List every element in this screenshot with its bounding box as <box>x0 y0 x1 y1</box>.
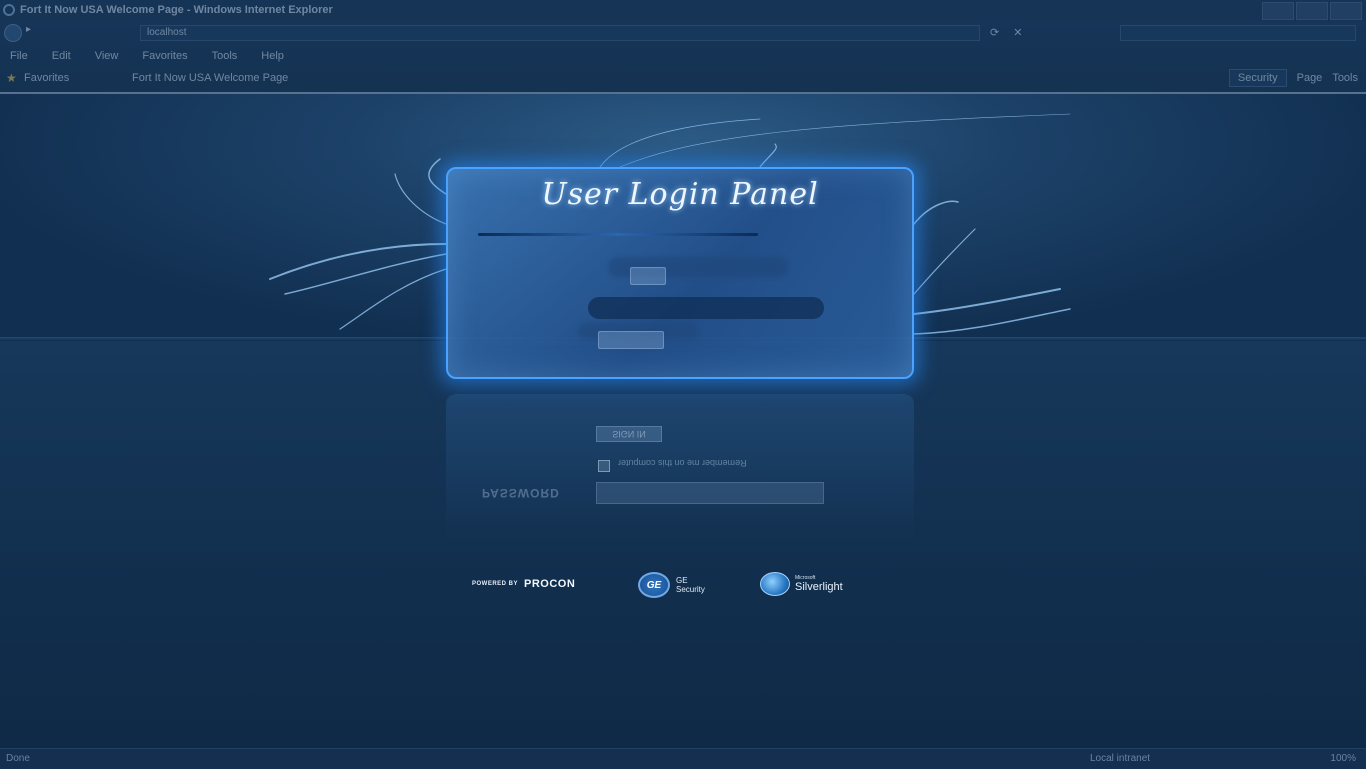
ge-security-logo: GE GE Security <box>638 572 705 598</box>
ie-icon <box>3 4 15 16</box>
powered-by-text: POWERED BY <box>472 581 519 587</box>
tools-menu-button[interactable]: Tools <box>1332 72 1358 84</box>
login-panel: User Login Panel <box>446 167 914 379</box>
panel-reflection: SIGN IN Remember me on this computer PAS… <box>446 394 914 544</box>
procon-logo: POWERED BY PROCON <box>472 578 575 590</box>
reflection-sign-in: SIGN IN <box>596 426 662 442</box>
search-input[interactable] <box>1120 25 1356 41</box>
page-content: User Login Panel SIGN IN Remember me on … <box>0 94 1366 748</box>
menu-favorites[interactable]: Favorites <box>142 50 187 62</box>
reflection-checkbox <box>598 460 610 472</box>
window-title: Fort It Now USA Welcome Page - Windows I… <box>20 4 333 16</box>
reflection-remember-text: Remember me on this computer <box>618 458 747 468</box>
password-input[interactable] <box>588 297 824 319</box>
tab-welcome-page[interactable]: Fort It Now USA Welcome Page <box>132 72 288 84</box>
star-icon: ★ <box>6 71 17 85</box>
username-submit-button[interactable] <box>630 267 666 285</box>
silverlight-text: Silverlight <box>795 580 843 593</box>
window-controls <box>1262 2 1362 20</box>
zoom-level[interactable]: 100% <box>1330 753 1356 764</box>
menu-view[interactable]: View <box>95 50 119 62</box>
silverlight-wordmark: Microsoft Silverlight <box>795 575 843 593</box>
browser-chrome: Fort It Now USA Welcome Page - Windows I… <box>0 0 1366 94</box>
title-underline <box>478 233 758 236</box>
command-bar: Security Page Tools <box>1228 69 1358 87</box>
address-input[interactable]: localhost <box>140 25 980 41</box>
reflection-password-input <box>596 482 824 504</box>
menu-file[interactable]: File <box>10 50 28 62</box>
forward-arrow-icon[interactable]: ▸ <box>26 24 31 35</box>
menu-bar: File Edit View Favorites Tools Help <box>0 46 1366 66</box>
title-bar: Fort It Now USA Welcome Page - Windows I… <box>0 0 1366 22</box>
favorites-button[interactable]: Favorites <box>24 72 69 84</box>
minimize-button[interactable] <box>1262 2 1294 20</box>
menu-help[interactable]: Help <box>261 50 284 62</box>
security-button[interactable]: Security <box>1228 69 1287 87</box>
address-actions: ⟳ ✕ <box>990 26 1022 39</box>
login-panel-title: User Login Panel <box>541 177 819 212</box>
stop-icon[interactable]: ✕ <box>1013 26 1022 39</box>
address-bar: ▸ localhost ⟳ ✕ <box>0 22 1366 44</box>
refresh-icon[interactable]: ⟳ <box>990 26 999 39</box>
maximize-button[interactable] <box>1296 2 1328 20</box>
ge-logo-icon: GE <box>638 572 670 598</box>
menu-edit[interactable]: Edit <box>52 50 71 62</box>
partner-logos: POWERED BY PROCON GE GE Security Microso… <box>472 572 872 612</box>
page-menu-button[interactable]: Page <box>1297 72 1323 84</box>
ge-line1: GE <box>676 576 688 585</box>
silverlight-logo: Microsoft Silverlight <box>760 572 843 596</box>
reflection-password-label: PASSWORD <box>482 486 560 500</box>
silverlight-icon <box>760 572 790 596</box>
ge-security-text: GE Security <box>676 576 705 594</box>
menu-tools[interactable]: Tools <box>212 50 238 62</box>
favorites-bar: ★ Favorites Fort It Now USA Welcome Page… <box>0 66 1366 90</box>
close-button[interactable] <box>1330 2 1362 20</box>
status-bar: Done Local intranet 100% <box>0 748 1366 769</box>
status-text: Done <box>6 753 30 764</box>
procon-text: PROCON <box>524 578 576 590</box>
sign-in-button[interactable] <box>598 331 664 349</box>
security-zone: Local intranet <box>1090 753 1151 764</box>
back-arrow-icon[interactable] <box>4 24 22 42</box>
ge-line2: Security <box>676 585 705 594</box>
